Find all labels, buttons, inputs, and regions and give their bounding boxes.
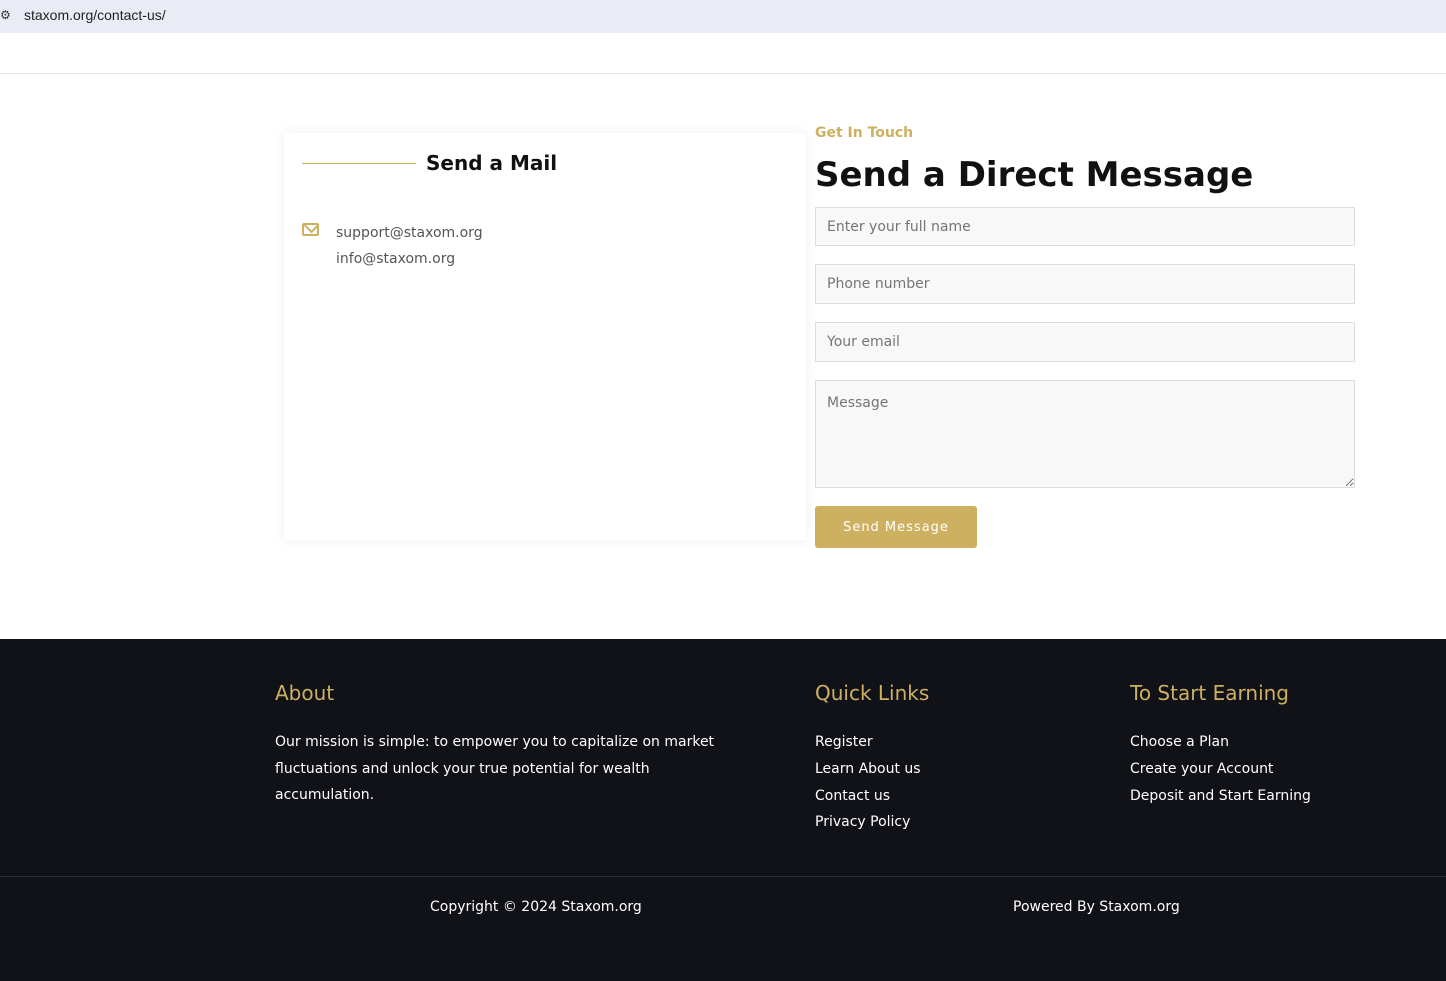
- quick-links-list: Register Learn About us Contact us Priva…: [815, 729, 921, 836]
- envelope-icon: [302, 223, 319, 236]
- site-settings-icon[interactable]: ⚙: [0, 8, 11, 22]
- about-heading: About: [275, 681, 335, 705]
- send-mail-card: Send a Mail support@staxom.org info@stax…: [284, 133, 806, 540]
- phone-input[interactable]: [815, 264, 1355, 304]
- earning-heading: To Start Earning: [1130, 681, 1289, 705]
- link-register[interactable]: Register: [815, 729, 921, 756]
- quick-links-heading: Quick Links: [815, 681, 930, 705]
- form-title: Send a Direct Message: [815, 155, 1254, 195]
- eyebrow-label: Get In Touch: [815, 125, 914, 141]
- link-contact[interactable]: Contact us: [815, 783, 921, 810]
- message-textarea[interactable]: [815, 380, 1355, 488]
- send-message-button[interactable]: Send Message: [815, 506, 977, 548]
- footer-divider: [0, 876, 1446, 877]
- about-text: Our mission is simple: to empower you to…: [275, 734, 715, 803]
- link-deposit[interactable]: Deposit and Start Earning: [1130, 783, 1311, 810]
- link-create-account[interactable]: Create your Account: [1130, 756, 1311, 783]
- earning-list: Choose a Plan Create your Account Deposi…: [1130, 729, 1311, 809]
- email-link-support[interactable]: support@staxom.org: [336, 225, 483, 241]
- site-header: [0, 33, 1446, 74]
- link-privacy[interactable]: Privacy Policy: [815, 809, 921, 836]
- link-choose-plan[interactable]: Choose a Plan: [1130, 729, 1311, 756]
- divider: [302, 163, 416, 164]
- browser-address-bar[interactable]: ⚙ staxom.org/contact-us/: [0, 0, 1446, 33]
- copyright: Copyright © 2024 Staxom.org: [430, 899, 642, 915]
- email-input[interactable]: [815, 322, 1355, 362]
- footer: About Our mission is simple: to empower …: [0, 639, 1446, 981]
- link-about[interactable]: Learn About us: [815, 756, 921, 783]
- url-text[interactable]: staxom.org/contact-us/: [24, 7, 166, 23]
- powered-by: Powered By Staxom.org: [1013, 899, 1180, 915]
- email-link-info[interactable]: info@staxom.org: [336, 251, 455, 267]
- name-input[interactable]: [815, 207, 1355, 246]
- card-title: Send a Mail: [426, 151, 558, 175]
